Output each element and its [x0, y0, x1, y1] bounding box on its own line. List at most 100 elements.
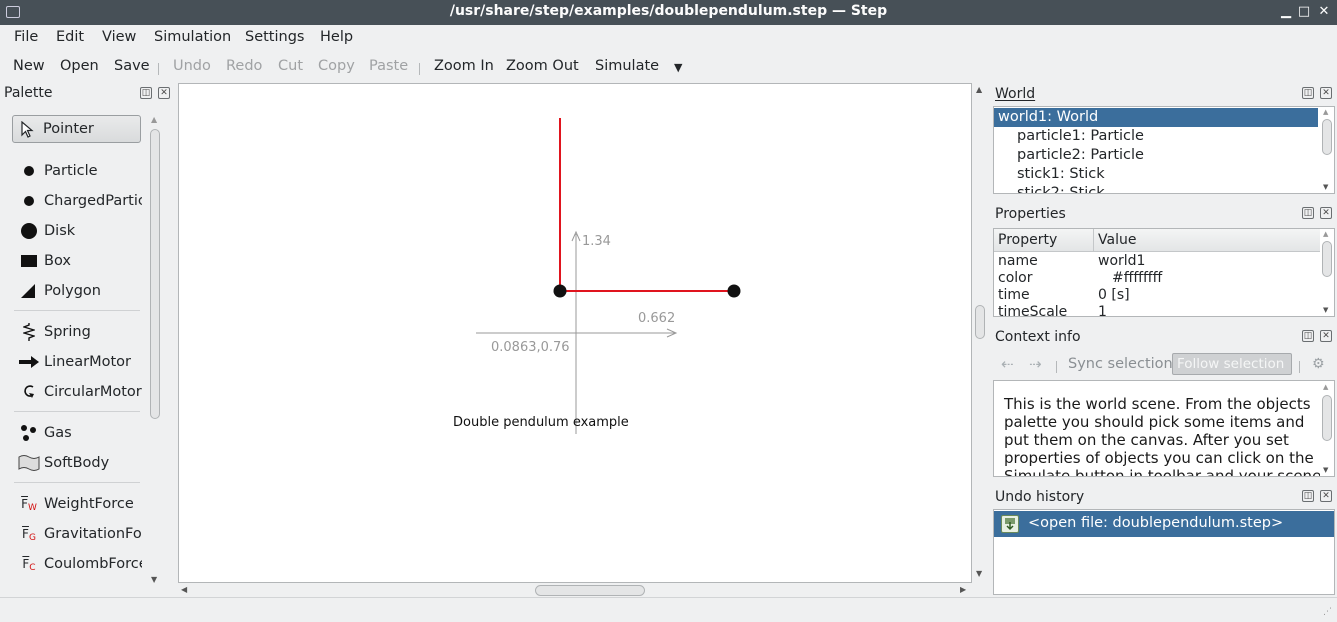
palette-item-gravitation-force[interactable]: FG GravitationForce — [14, 520, 142, 548]
world-tree-scroll-thumb[interactable] — [1322, 119, 1332, 155]
force-letter: F — [21, 497, 28, 511]
menu-view[interactable]: View — [102, 29, 136, 45]
save-button[interactable]: Save — [114, 58, 150, 74]
open-button[interactable]: Open — [60, 58, 99, 74]
menu-file[interactable]: File — [14, 29, 38, 45]
context-scrollbar[interactable]: ▲ ▼ — [1320, 381, 1334, 476]
toolbar-overflow-button[interactable]: ▼ — [674, 61, 682, 74]
palette-item-circular-motor[interactable]: CircularMotor — [14, 378, 142, 406]
back-arrow-icon[interactable]: ⇠ — [1001, 355, 1014, 373]
property-value-cell[interactable]: 0 [s] — [1098, 287, 1130, 304]
zoom-in-button[interactable]: Zoom In — [434, 58, 494, 74]
particle1-marker[interactable] — [553, 284, 567, 298]
properties-scrollbar[interactable]: ▲ ▼ — [1320, 229, 1334, 316]
property-name-cell: time — [998, 287, 1030, 303]
close-icon[interactable]: ✕ — [1320, 87, 1332, 99]
scroll-left-icon[interactable]: ◀ — [181, 585, 187, 594]
minimize-button[interactable]: ▁ — [1278, 3, 1294, 21]
sync-selection-button[interactable]: Sync selection — [1068, 356, 1173, 372]
palette-item-coulomb-force[interactable]: FC CoulombForce — [14, 550, 142, 578]
palette-item-label: CircularMotor — [44, 384, 142, 400]
palette-item-spring[interactable]: Spring — [14, 318, 142, 346]
scroll-up-icon[interactable]: ▲ — [1323, 230, 1328, 238]
palette-item-particle[interactable]: Particle — [14, 157, 142, 185]
scroll-up-icon[interactable]: ▲ — [976, 85, 982, 94]
palette-item-disk[interactable]: Disk — [14, 217, 142, 245]
float-icon[interactable]: ◫ — [1302, 87, 1314, 99]
palette-item-polygon[interactable]: Polygon — [14, 277, 142, 305]
palette-scrollbar[interactable]: ▲ ▼ — [148, 113, 162, 588]
zoom-out-button[interactable]: Zoom Out — [506, 58, 579, 74]
close-icon[interactable]: ✕ — [1320, 490, 1332, 502]
menu-settings[interactable]: Settings — [245, 29, 304, 45]
tree-item-stick1[interactable]: stick1: Stick — [994, 165, 1105, 184]
close-icon[interactable]: ✕ — [1320, 330, 1332, 342]
close-icon[interactable]: ✕ — [158, 87, 170, 99]
float-icon[interactable]: ◫ — [1302, 490, 1314, 502]
scroll-up-icon[interactable]: ▲ — [1323, 383, 1328, 391]
world-tree-scrollbar[interactable]: ▲ ▼ — [1320, 107, 1334, 193]
palette-item-box[interactable]: Box — [14, 247, 142, 275]
close-button[interactable]: ✕ — [1316, 3, 1332, 21]
tree-item-world1[interactable]: world1: World — [994, 108, 1318, 127]
scroll-right-icon[interactable]: ▶ — [960, 585, 966, 594]
float-icon[interactable]: ◫ — [1302, 207, 1314, 219]
cut-button[interactable]: Cut — [278, 58, 303, 74]
copy-button[interactable]: Copy — [318, 58, 355, 74]
palette-item-charged-particle[interactable]: ChargedParticle — [14, 187, 142, 215]
scroll-down-icon[interactable]: ▼ — [151, 575, 157, 584]
world-canvas[interactable]: 1.34 0.662 0.0863,0.76 Double pendulum e… — [178, 83, 972, 583]
scroll-up-icon[interactable]: ▲ — [151, 115, 157, 124]
column-header-value[interactable]: Value — [1098, 232, 1136, 248]
palette-item-weight-force[interactable]: FW WeightForce — [14, 490, 142, 518]
tree-item-particle2[interactable]: particle2: Particle — [994, 146, 1144, 165]
follow-selection-button[interactable]: Follow selection — [1172, 353, 1292, 375]
menu-edit[interactable]: Edit — [56, 29, 84, 45]
document-save-icon — [1001, 515, 1019, 533]
tree-item-stick2[interactable]: stick2: Stick — [994, 184, 1105, 193]
redo-button[interactable]: Redo — [226, 58, 262, 74]
palette-scroll-thumb[interactable] — [150, 129, 160, 419]
toolbar-separator — [158, 63, 159, 75]
force-subscript: C — [29, 563, 36, 573]
scroll-down-icon[interactable]: ▼ — [976, 569, 982, 578]
hierarchy-icon[interactable]: ⚙ — [1312, 356, 1325, 372]
particle2-marker[interactable] — [727, 284, 741, 298]
canvas-hscroll-thumb[interactable] — [535, 585, 645, 596]
canvas-vertical-scrollbar[interactable]: ▲ ▼ — [972, 83, 988, 583]
menu-simulation[interactable]: Simulation — [154, 29, 231, 45]
forward-arrow-icon[interactable]: ⇢ — [1029, 355, 1042, 373]
palette-item-pointer[interactable]: Pointer — [12, 115, 141, 143]
palette-item-softbody[interactable]: SoftBody — [14, 449, 142, 477]
scroll-up-icon[interactable]: ▲ — [1323, 108, 1328, 116]
palette-item-gas[interactable]: Gas — [14, 419, 142, 447]
properties-scroll-thumb[interactable] — [1322, 241, 1332, 277]
column-header-property[interactable]: Property — [998, 232, 1057, 248]
paste-button[interactable]: Paste — [369, 58, 408, 74]
new-button[interactable]: New — [13, 58, 45, 74]
scroll-down-icon[interactable]: ▼ — [1323, 183, 1328, 191]
property-name-cell: timeScale — [998, 304, 1068, 317]
palette-item-label: CoulombForce — [44, 556, 142, 572]
property-value-cell[interactable]: 1 — [1098, 304, 1107, 316]
float-icon[interactable]: ◫ — [140, 87, 152, 99]
float-icon[interactable]: ◫ — [1302, 330, 1314, 342]
property-value-cell[interactable]: world1 — [1098, 253, 1145, 270]
undo-button[interactable]: Undo — [173, 58, 211, 74]
property-value-cell[interactable]: #ffffffff — [1112, 270, 1162, 287]
simulate-button[interactable]: Simulate — [595, 58, 659, 74]
scroll-down-icon[interactable]: ▼ — [1323, 466, 1328, 474]
tree-item-particle1[interactable]: particle1: Particle — [994, 127, 1144, 146]
context-scroll-thumb[interactable] — [1322, 395, 1332, 441]
resize-grip-icon[interactable]: ⋰ — [1323, 607, 1332, 617]
canvas-horizontal-scrollbar[interactable]: ◀ ▶ — [178, 583, 972, 597]
maximize-button[interactable]: □ — [1296, 3, 1312, 21]
menu-help[interactable]: Help — [320, 29, 353, 45]
canvas-vscroll-thumb[interactable] — [975, 305, 985, 339]
scroll-down-icon[interactable]: ▼ — [1323, 306, 1328, 314]
close-icon[interactable]: ✕ — [1320, 207, 1332, 219]
palette-item-linear-motor[interactable]: LinearMotor — [14, 348, 142, 376]
undo-history-item[interactable]: <open file: doublependulum.step> — [994, 511, 1334, 537]
weight-force-icon: FW — [18, 497, 40, 513]
scene-note[interactable]: Double pendulum example — [453, 415, 629, 430]
